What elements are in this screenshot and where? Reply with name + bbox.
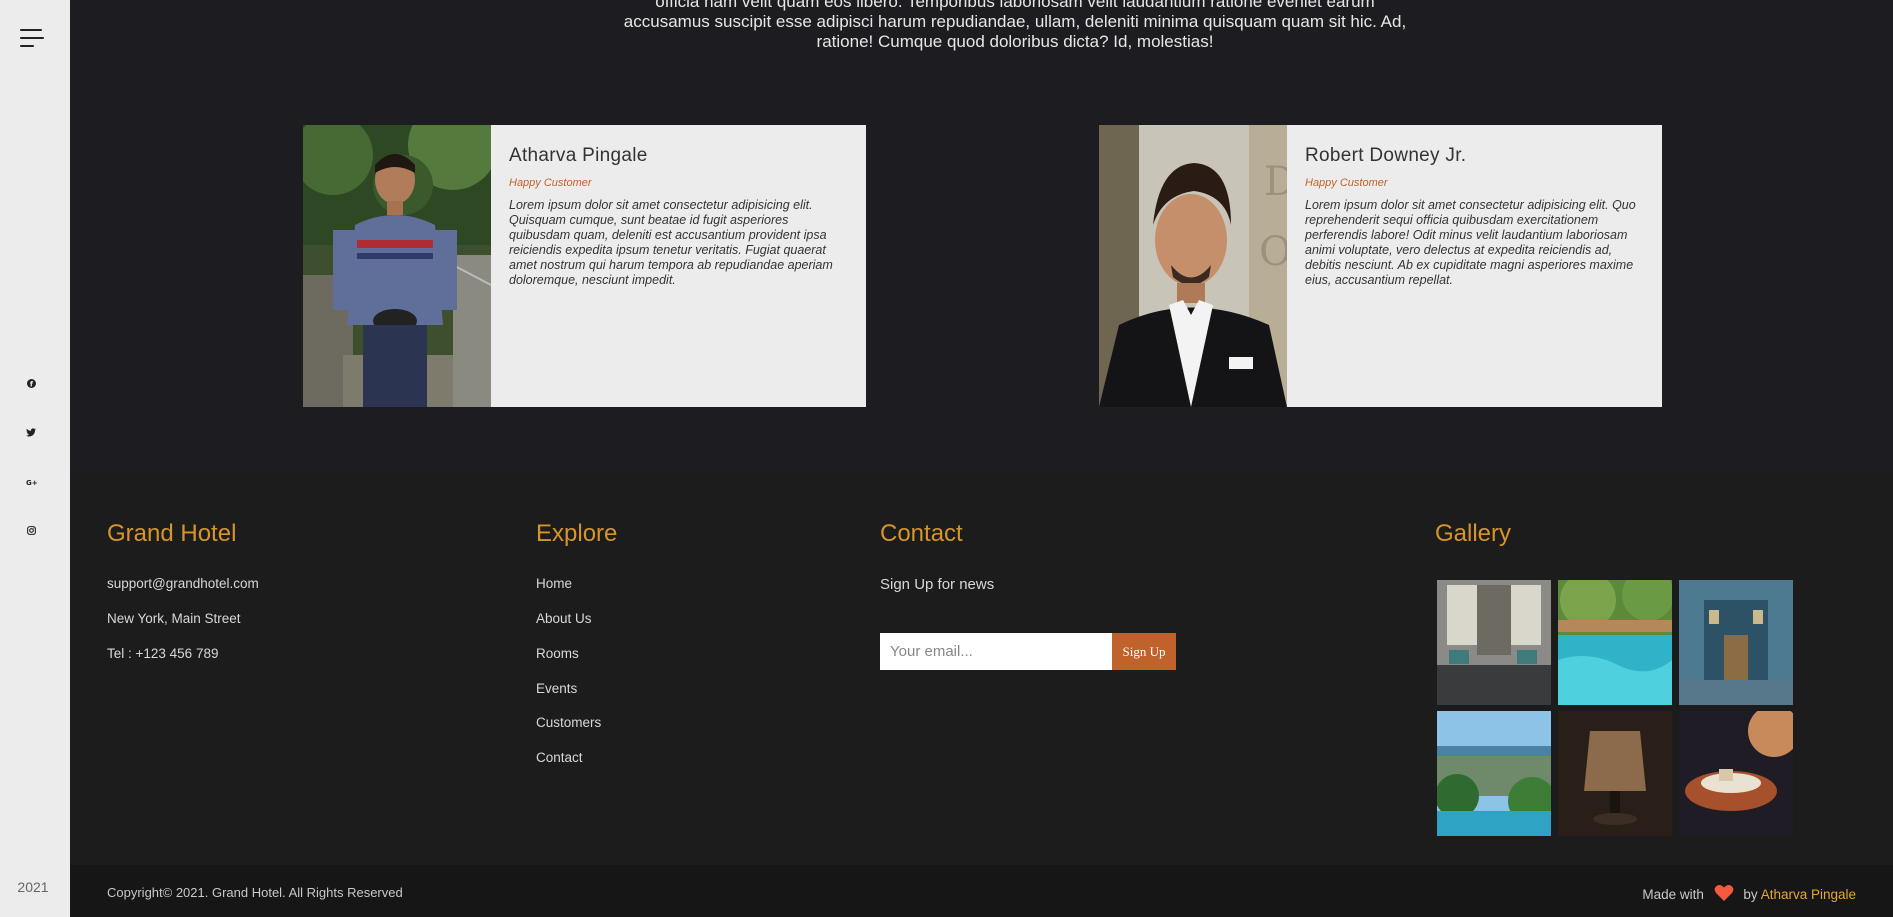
svg-text:D: D (1264, 159, 1287, 205)
google-plus-icon[interactable]: G+ (0, 476, 62, 486)
hamburger-menu-icon[interactable] (20, 29, 44, 47)
by-label: by (1743, 887, 1758, 902)
made-with-credit: Made with by Atharva Pingale (1642, 884, 1856, 905)
gallery-image-lobby[interactable] (1437, 580, 1551, 705)
customer-photo: D O (1099, 125, 1287, 407)
heart-icon (1714, 884, 1734, 905)
gallery-image-lamp[interactable] (1558, 711, 1672, 836)
svg-text:O: O (1259, 229, 1287, 275)
footer-link-rooms[interactable]: Rooms (536, 646, 579, 661)
testimonials-section: officia nam velit quam eos libero. Tempo… (70, 0, 1893, 472)
footer-link-about[interactable]: About Us (536, 611, 592, 626)
footer-link-home[interactable]: Home (536, 576, 572, 591)
footer-contact-title: Contact (880, 520, 963, 547)
footer-email[interactable]: support@grandhotel.com (107, 576, 259, 591)
footer-brand-title: Grand Hotel (107, 520, 237, 547)
footer-phone: Tel : +123 456 789 (107, 646, 219, 661)
made-with-label: Made with (1642, 887, 1704, 902)
intro-line: officia nam velit quam eos libero. Tempo… (655, 0, 1375, 11)
facebook-icon[interactable]: f (0, 378, 62, 389)
customer-quote: Lorem ipsum dolor sit amet consectetur a… (509, 198, 833, 287)
instagram-icon[interactable] (0, 525, 62, 536)
footer-explore-title: Explore (536, 520, 618, 547)
customer-quote: Lorem ipsum dolor sit amet consectetur a… (1305, 198, 1636, 287)
customer-role: Happy Customer (509, 177, 592, 189)
gallery-image-building[interactable] (1679, 580, 1793, 705)
footer-address: New York, Main Street (107, 611, 241, 626)
customer-name: Atharva Pingale (509, 145, 648, 166)
footer-link-customers[interactable]: Customers (536, 715, 601, 730)
footer-link-contact[interactable]: Contact (536, 750, 583, 765)
year-label: 2021 (17, 879, 49, 895)
testimonial-card: Atharva Pingale Happy Customer Lorem ips… (303, 125, 866, 407)
testimonial-body: Robert Downey Jr. Happy Customer Lorem i… (1287, 125, 1662, 308)
footer: Grand Hotel support@grandhotel.com New Y… (70, 472, 1893, 865)
signup-button[interactable]: Sign Up (1112, 633, 1176, 670)
svg-text:G+: G+ (26, 478, 37, 486)
footer-gallery-title: Gallery (1435, 520, 1512, 547)
email-input[interactable] (880, 633, 1112, 670)
customer-name: Robert Downey Jr. (1305, 145, 1467, 166)
gallery-image-pool[interactable] (1558, 580, 1672, 705)
customer-role: Happy Customer (1305, 177, 1388, 189)
sidebar: f G+ 2021 (0, 0, 70, 917)
signup-text: Sign Up for news (880, 576, 995, 593)
twitter-icon[interactable] (0, 427, 62, 437)
copyright-text: Copyright© 2021. Grand Hotel. All Rights… (107, 885, 403, 900)
intro-line: ratione! Cumque quod doloribus dicta? Id… (816, 32, 1214, 51)
testimonial-body: Atharva Pingale Happy Customer Lorem ips… (491, 125, 866, 308)
footer-link-events[interactable]: Events (536, 681, 577, 696)
gallery-image-food[interactable] (1679, 711, 1793, 836)
testimonials-intro: officia nam velit quam eos libero. Tempo… (540, 0, 1490, 52)
testimonial-card: D O Robert Downey Jr. Happy Customer Lor… (1099, 125, 1662, 407)
author-link[interactable]: Atharva Pingale (1761, 887, 1856, 902)
bottom-bar: Copyright© 2021. Grand Hotel. All Rights… (70, 865, 1893, 917)
customer-photo (303, 125, 491, 407)
intro-line: accusamus suscipit esse adipisci harum r… (623, 12, 1407, 31)
gallery-image-resort[interactable] (1437, 711, 1551, 836)
